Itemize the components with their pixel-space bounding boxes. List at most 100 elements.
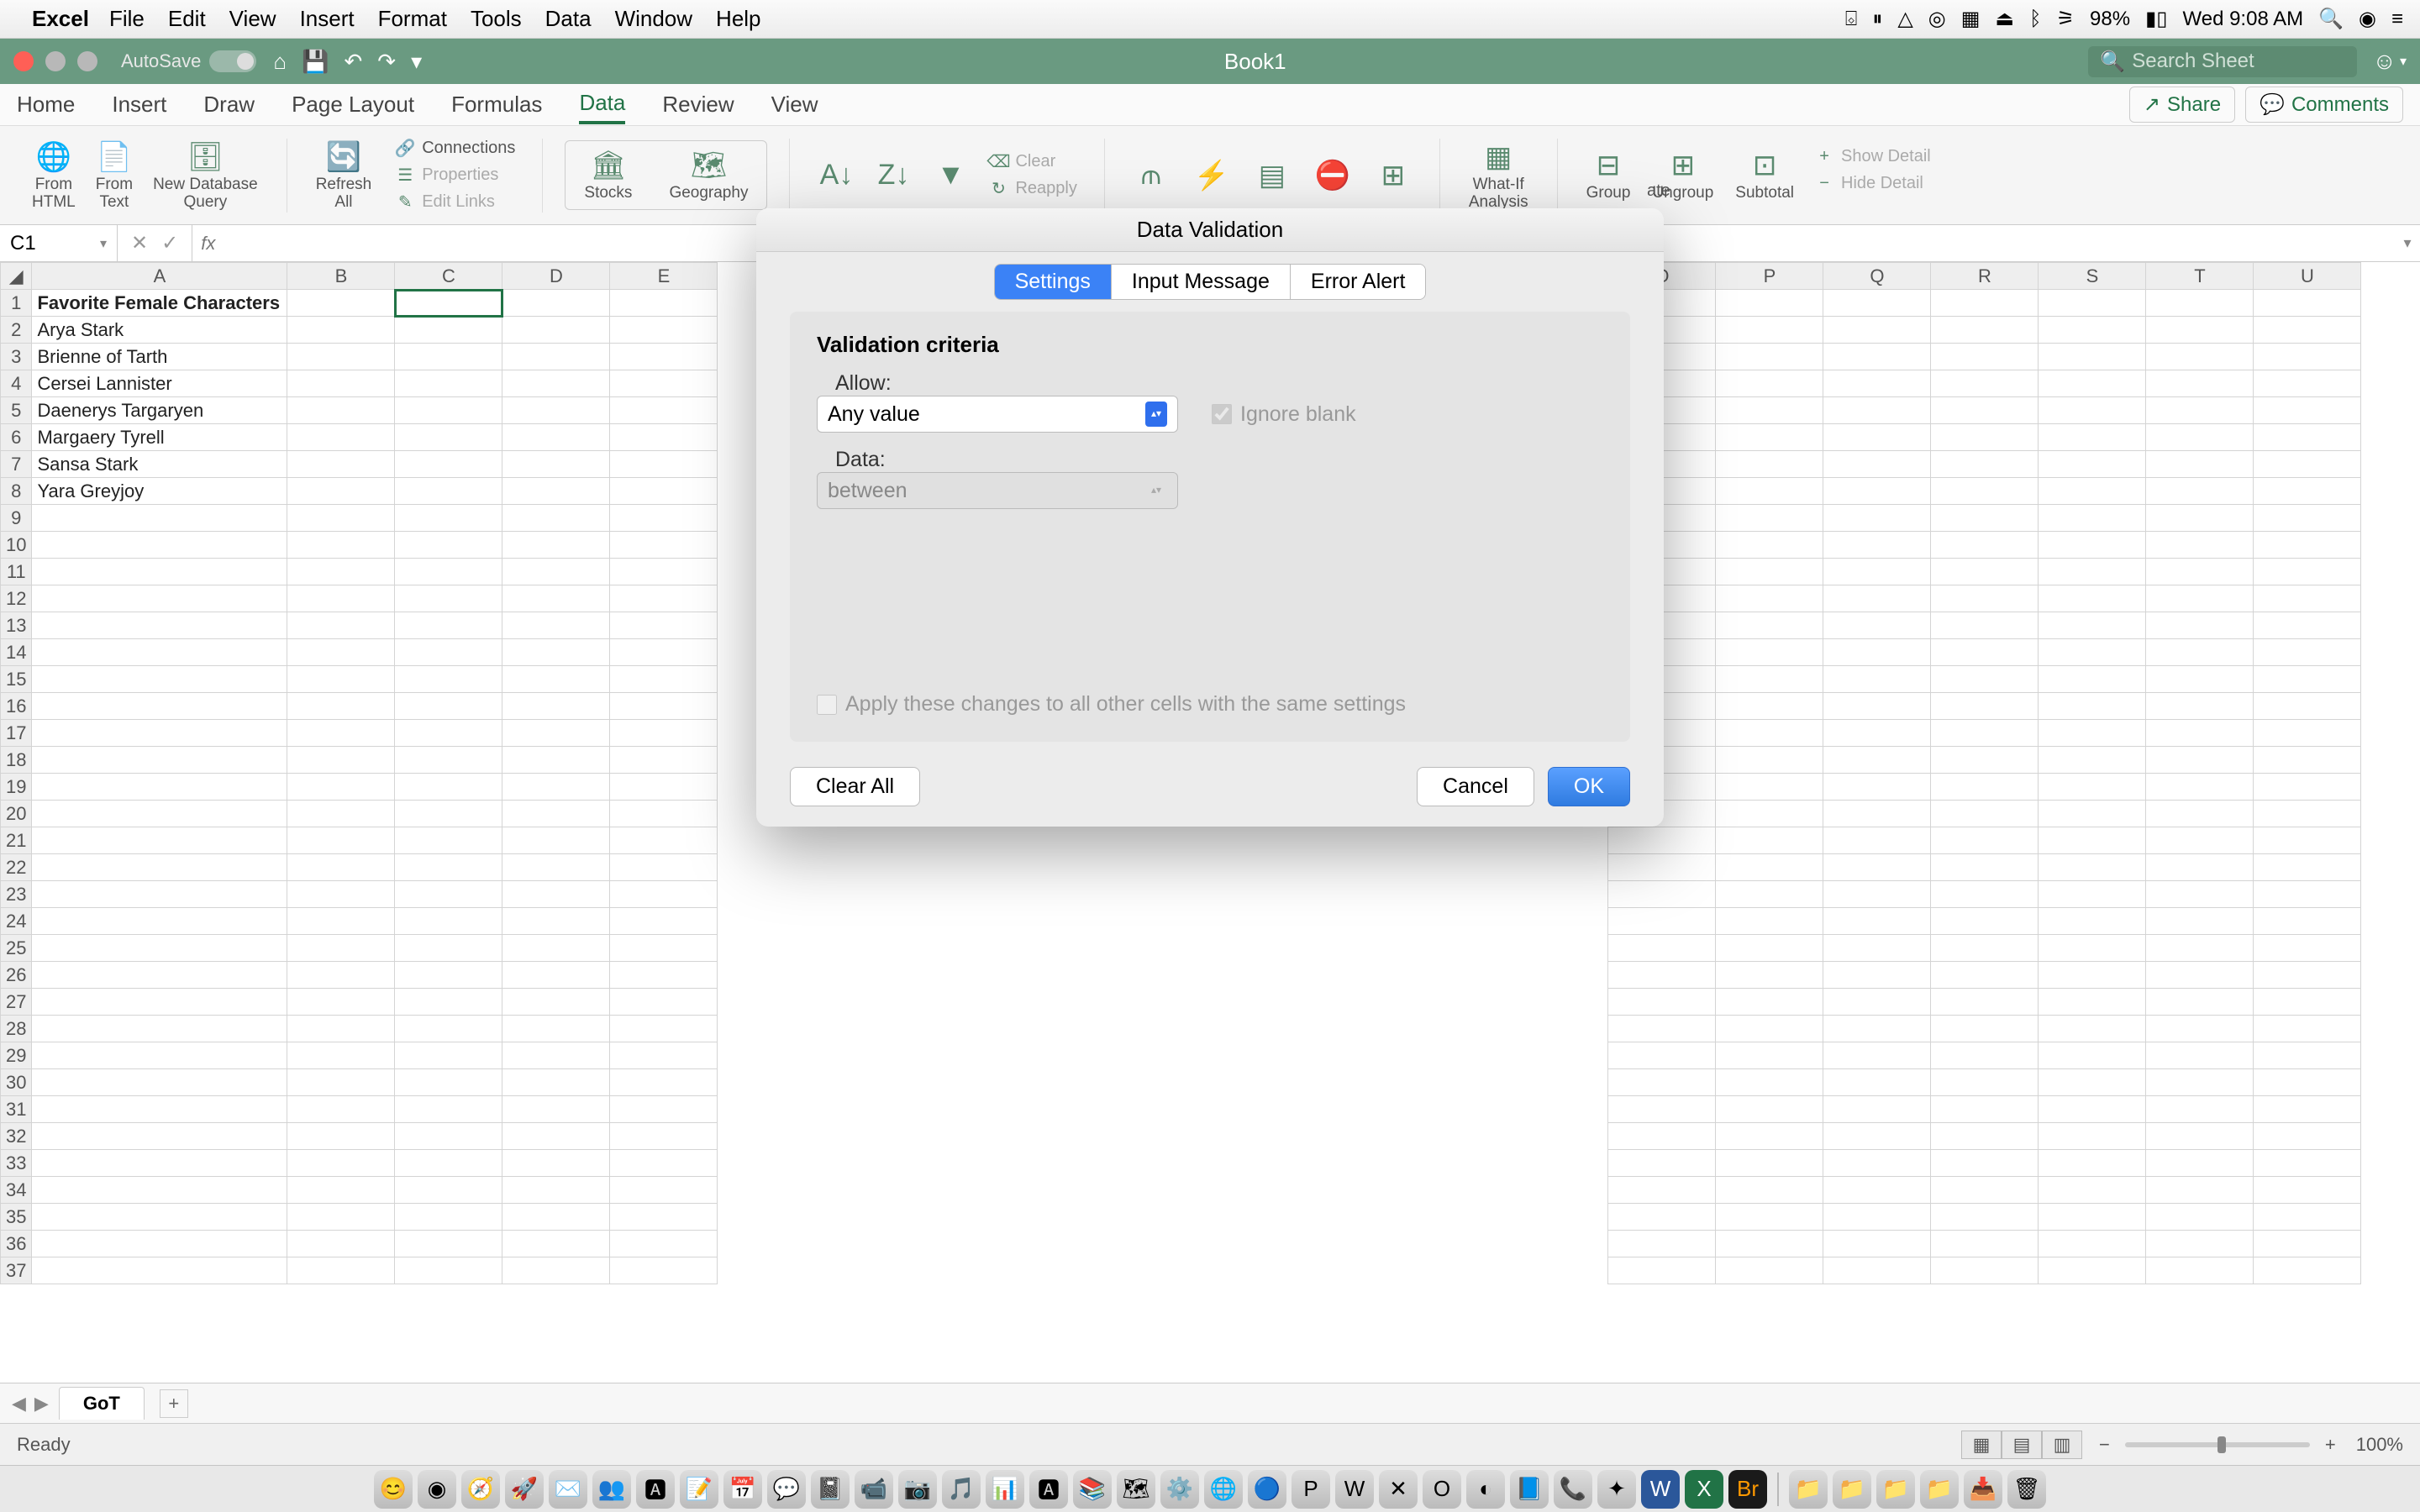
cell-D16[interactable] [502, 693, 610, 720]
cell-C2[interactable] [395, 317, 502, 344]
cell-C21[interactable] [395, 827, 502, 854]
cell-S26[interactable] [2039, 962, 2146, 989]
cell-P35[interactable] [1716, 1204, 1823, 1231]
cell-E10[interactable] [610, 532, 718, 559]
cell-Q12[interactable] [1823, 585, 1931, 612]
cell-T31[interactable] [2146, 1096, 2254, 1123]
cell-D22[interactable] [502, 854, 610, 881]
cell-D27[interactable] [502, 989, 610, 1016]
cell-E35[interactable] [610, 1204, 718, 1231]
row-header-15[interactable]: 15 [1, 666, 32, 693]
cell-A30[interactable] [32, 1069, 287, 1096]
cell-A17[interactable] [32, 720, 287, 747]
cell-Q2[interactable] [1823, 317, 1931, 344]
cell-D35[interactable] [502, 1204, 610, 1231]
subtotal-button[interactable]: ⊡Subtotal [1728, 144, 1801, 206]
cell-Q7[interactable] [1823, 451, 1931, 478]
row-header-32[interactable]: 32 [1, 1123, 32, 1150]
row-header-36[interactable]: 36 [1, 1231, 32, 1257]
cell-D31[interactable] [502, 1096, 610, 1123]
cell-B22[interactable] [287, 854, 395, 881]
cell-U2[interactable] [2254, 317, 2361, 344]
cell-R1[interactable] [1931, 290, 2039, 317]
cell-R22[interactable] [1931, 854, 2039, 881]
col-header-U[interactable]: U [2254, 263, 2361, 290]
cell-E23[interactable] [610, 881, 718, 908]
cell-C27[interactable] [395, 989, 502, 1016]
row-header-10[interactable]: 10 [1, 532, 32, 559]
cell-A8[interactable]: Yara Greyjoy [32, 478, 287, 505]
sheet-next-icon[interactable]: ▶ [34, 1393, 49, 1415]
undo-icon[interactable]: ↶ [345, 49, 363, 75]
tab-review[interactable]: Review [662, 87, 734, 123]
cell-T17[interactable] [2146, 720, 2254, 747]
cell-C29[interactable] [395, 1042, 502, 1069]
cell-Q8[interactable] [1823, 478, 1931, 505]
cell-U6[interactable] [2254, 424, 2361, 451]
cell-P11[interactable] [1716, 559, 1823, 585]
cell-S3[interactable] [2039, 344, 2146, 370]
menu-insert[interactable]: Insert [300, 6, 355, 32]
col-header-E[interactable]: E [610, 263, 718, 290]
row-header-11[interactable]: 11 [1, 559, 32, 585]
col-header-D[interactable]: D [502, 263, 610, 290]
dock-pdf-icon[interactable]: P [1292, 1470, 1330, 1509]
cell-C16[interactable] [395, 693, 502, 720]
cell-B3[interactable] [287, 344, 395, 370]
tab-formulas[interactable]: Formulas [451, 87, 542, 123]
cell-S17[interactable] [2039, 720, 2146, 747]
cell-O36[interactable] [1608, 1231, 1716, 1257]
cell-A20[interactable] [32, 801, 287, 827]
cell-R9[interactable] [1931, 505, 2039, 532]
cell-A13[interactable] [32, 612, 287, 639]
cell-T27[interactable] [2146, 989, 2254, 1016]
cell-E3[interactable] [610, 344, 718, 370]
cell-Q3[interactable] [1823, 344, 1931, 370]
cell-T20[interactable] [2146, 801, 2254, 827]
cell-Q5[interactable] [1823, 397, 1931, 424]
cell-D3[interactable] [502, 344, 610, 370]
autosave-toggle-group[interactable]: AutoSave [121, 50, 256, 72]
cell-C10[interactable] [395, 532, 502, 559]
refresh-all-button[interactable]: 🔄Refresh All [309, 136, 379, 215]
cell-B6[interactable] [287, 424, 395, 451]
cell-S6[interactable] [2039, 424, 2146, 451]
cell-A34[interactable] [32, 1177, 287, 1204]
close-window-button[interactable] [13, 51, 34, 71]
sort-za-button[interactable]: Z↓ [869, 155, 918, 197]
row-header-12[interactable]: 12 [1, 585, 32, 612]
zoom-level[interactable]: 100% [2356, 1434, 2403, 1456]
dock-app2-icon[interactable]: 📊 [986, 1470, 1024, 1509]
col-header-B[interactable]: B [287, 263, 395, 290]
cell-T14[interactable] [2146, 639, 2254, 666]
row-header-6[interactable]: 6 [1, 424, 32, 451]
cell-S11[interactable] [2039, 559, 2146, 585]
cell-E11[interactable] [610, 559, 718, 585]
cell-S24[interactable] [2039, 908, 2146, 935]
cell-E20[interactable] [610, 801, 718, 827]
cell-Q6[interactable] [1823, 424, 1931, 451]
cell-R30[interactable] [1931, 1069, 2039, 1096]
cell-D8[interactable] [502, 478, 610, 505]
cell-Q29[interactable] [1823, 1042, 1931, 1069]
cell-O27[interactable] [1608, 989, 1716, 1016]
cell-Q37[interactable] [1823, 1257, 1931, 1284]
dropbox-icon[interactable]: ⌺ [1845, 8, 1857, 31]
col-header-Q[interactable]: Q [1823, 263, 1931, 290]
cell-U16[interactable] [2254, 693, 2361, 720]
bluetooth-icon[interactable]: ᛒ [2029, 8, 2041, 31]
fx-label[interactable]: fx [192, 233, 224, 255]
cell-B32[interactable] [287, 1123, 395, 1150]
cell-Q9[interactable] [1823, 505, 1931, 532]
cell-B17[interactable] [287, 720, 395, 747]
dock-photobooth-icon[interactable]: 📷 [898, 1470, 937, 1509]
cell-U23[interactable] [2254, 881, 2361, 908]
page-layout-view-button[interactable]: ▤ [2002, 1431, 2042, 1459]
ignore-blank-checkbox[interactable]: Ignore blank [1212, 402, 1356, 427]
flash-fill-button[interactable]: ⚡ [1187, 155, 1236, 197]
feedback-icon[interactable]: ☺ [2372, 48, 2396, 75]
cell-C5[interactable] [395, 397, 502, 424]
cell-A2[interactable]: Arya Stark [32, 317, 287, 344]
cell-B34[interactable] [287, 1177, 395, 1204]
cell-D37[interactable] [502, 1257, 610, 1284]
